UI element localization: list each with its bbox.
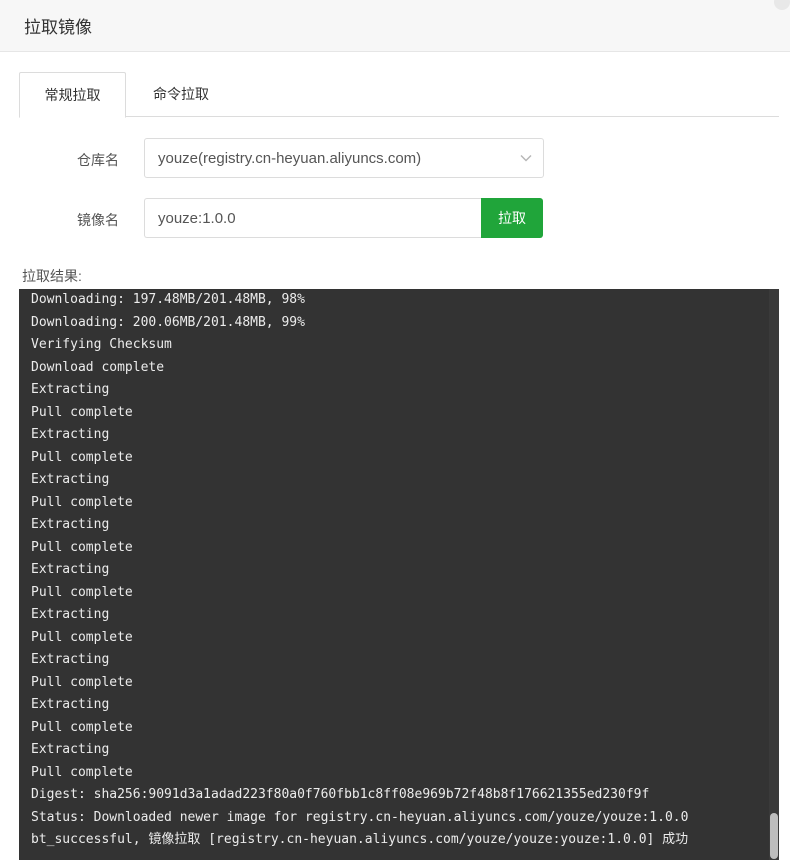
console-scroll-thumb[interactable] [770, 813, 778, 859]
repo-label: 仓库名 [77, 152, 119, 168]
console-line: Digest: sha256:9091d3a1adad223f80a0f760f… [31, 787, 650, 802]
chevron-down-icon [520, 155, 532, 162]
console-line: Pull complete [31, 494, 133, 510]
repo-select-value: youze(registry.cn-heyuan.aliyuncs.com) [158, 150, 422, 167]
console-line: Extracting [31, 427, 110, 442]
console-line: Extracting [31, 472, 110, 487]
result-label: 拉取结果: [22, 268, 82, 284]
tab-regular-pull[interactable]: 常规拉取 [19, 72, 126, 118]
console-line: Pull complete [31, 404, 133, 420]
console-line: Pull complete [31, 584, 133, 600]
pull-button[interactable]: 拉取 [481, 198, 543, 238]
close-icon[interactable] [774, 0, 790, 10]
console-output[interactable]: Downloading: 197.48MB/201.48MB, 98% Down… [19, 289, 779, 860]
console-line: Pull complete [31, 764, 133, 780]
console-lines: Downloading: 197.48MB/201.48MB, 98% Down… [31, 289, 766, 852]
console-line: Pull complete [31, 449, 133, 465]
console-line: Pull complete [31, 719, 133, 735]
console-line: Extracting [31, 562, 110, 577]
console-line: Extracting [31, 697, 110, 712]
dialog-header: 拉取镜像 [0, 0, 790, 52]
console-line: Pull complete [31, 674, 133, 690]
console-line: Downloading: 200.06MB/201.48MB, 99% [31, 314, 305, 330]
repo-select[interactable]: youze(registry.cn-heyuan.aliyuncs.com) [144, 138, 544, 178]
console-line: Status: Downloaded newer image for regis… [31, 809, 689, 825]
console-line: Downloading: 197.48MB/201.48MB, 98% [31, 292, 305, 307]
tab-command-pull[interactable]: 命令拉取 [137, 72, 225, 117]
console-line: Extracting [31, 607, 110, 622]
dialog-title: 拉取镜像 [24, 18, 92, 37]
console-scrollbar[interactable] [769, 289, 779, 860]
image-label: 镜像名 [77, 212, 119, 228]
image-name-input[interactable] [144, 198, 482, 238]
tab-bar: 常规拉取 命令拉取 [19, 72, 779, 118]
console-line: Extracting [31, 742, 110, 757]
console-line: bt_successful, 镜像拉取 [registry.cn-heyuan.… [31, 832, 689, 847]
console-line: Extracting [31, 517, 110, 532]
console-line: Verifying Checksum [31, 337, 172, 352]
console-line: Pull complete [31, 539, 133, 555]
console-line: Extracting [31, 652, 110, 667]
console-line: Extracting [31, 382, 110, 397]
console-line: Download complete [31, 359, 165, 375]
console-line: Pull complete [31, 629, 133, 645]
